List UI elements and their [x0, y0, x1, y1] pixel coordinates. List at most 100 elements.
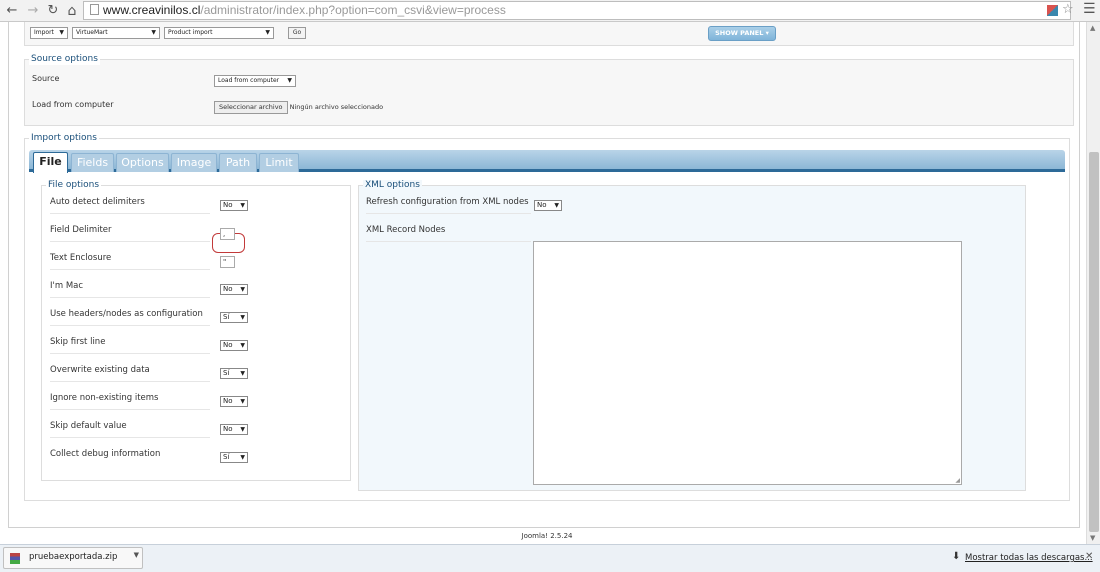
source-options-fieldset: Source options Source Load from computer… [24, 54, 1074, 126]
show-all-downloads-link[interactable]: Mostrar todas las descargas... [965, 553, 1093, 563]
file-options-legend: File options [46, 180, 102, 191]
download-item[interactable]: pruebaexportada.zip ▼ [3, 547, 143, 569]
resize-grip-icon[interactable]: ◢ [955, 477, 960, 484]
skip-first-line-select[interactable]: No ▼ [220, 340, 248, 351]
option-row-use-headers: Use headers/nodes as configuration [50, 308, 210, 326]
option-label: Skip default value [50, 421, 127, 431]
scroll-thumb[interactable] [1089, 152, 1099, 532]
use-headers-select[interactable]: Sí ▼ [220, 312, 248, 323]
select-value: No [223, 425, 233, 433]
skip-default-value-select[interactable]: No ▼ [220, 424, 248, 435]
process-toolbar: Import ▼ VirtueMart ▼ Product import ▼ Go S… [24, 22, 1074, 46]
chevron-down-icon: ▼ [240, 398, 245, 405]
option-label: Skip first line [50, 337, 106, 347]
ignore-non-existing-select[interactable]: No ▼ [220, 396, 248, 407]
action-select-value: Import [34, 29, 54, 36]
zip-file-icon [10, 553, 20, 564]
star-icon[interactable]: ☆ [1062, 2, 1074, 17]
scroll-up-icon[interactable]: ▲ [1090, 24, 1095, 32]
chevron-down-icon: ▼ [240, 454, 245, 461]
show-panel-label: SHOW PANEL [715, 29, 764, 37]
option-label: Field Delimiter [50, 225, 112, 235]
chevron-down-icon: ▼ [554, 202, 559, 209]
select-value: Sí [223, 369, 230, 377]
source-label: Source [32, 74, 60, 83]
chevron-down-icon: ▼ [240, 342, 245, 349]
no-file-text: Ningún archivo seleccionado [289, 103, 384, 111]
text-enclosure-input[interactable]: " [220, 256, 235, 268]
im-mac-select[interactable]: No ▼ [220, 284, 248, 295]
browser-toolbar: ← → ↻ ⌂ www.creavinilos.cl/administrator… [0, 0, 1100, 22]
menu-icon[interactable]: ☰ [1083, 1, 1096, 17]
field-delimiter-input[interactable]: , [220, 228, 235, 240]
show-panel-button[interactable]: SHOW PANEL ▾ [708, 26, 776, 41]
source-select[interactable]: Load from computer ▼ [214, 75, 296, 87]
xml-record-nodes-textarea[interactable]: ◢ [533, 241, 962, 485]
home-icon[interactable]: ⌂ [63, 2, 81, 20]
option-label: Collect debug information [50, 449, 161, 459]
component-select-value: VirtueMart [76, 29, 108, 36]
download-arrow-icon: ⬇ [952, 551, 961, 562]
select-value: No [223, 285, 233, 293]
choose-file-button[interactable]: Seleccionar archivo [214, 101, 288, 114]
source-options-legend: Source options [29, 54, 100, 65]
template-select[interactable]: Product import ▼ [164, 27, 274, 39]
option-row-auto-detect: Auto detect delimiters [50, 196, 210, 214]
xml-options-fieldset: XML options Refresh configuration from X… [358, 180, 1026, 491]
go-button[interactable]: Go [288, 27, 306, 39]
chevron-down-icon: ▼ [59, 29, 64, 36]
chevron-down-icon: ▼ [265, 29, 270, 36]
url-host: www.creavinilos.cl [103, 3, 201, 17]
reload-icon[interactable]: ↻ [44, 2, 62, 20]
refresh-xml-select[interactable]: No ▼ [534, 200, 562, 211]
tab-panel-file: File options Auto detect delimiters No ▼ … [29, 175, 1065, 495]
option-row-refresh-xml: Refresh configuration from XML nodes [366, 196, 531, 214]
option-label: Ignore non-existing items [50, 393, 159, 403]
option-row-field-delimiter: Field Delimiter [50, 224, 210, 242]
option-label: Overwrite existing data [50, 365, 150, 375]
option-label: Auto detect delimiters [50, 197, 145, 207]
tab-options[interactable]: Options [116, 153, 169, 172]
address-bar[interactable]: www.creavinilos.cl/administrator/index.p… [83, 1, 1071, 20]
option-label: Text Enclosure [50, 253, 112, 263]
option-label: XML Record Nodes [366, 225, 446, 235]
option-row-skip-first-line: Skip first line [50, 336, 210, 354]
extension-icon[interactable] [1047, 5, 1058, 16]
select-value: Sí [223, 313, 230, 321]
select-value: No [537, 201, 547, 209]
option-row-collect-debug: Collect debug information [50, 448, 210, 466]
component-select[interactable]: VirtueMart ▼ [72, 27, 160, 39]
tab-file[interactable]: File [33, 152, 68, 173]
select-value: No [223, 201, 233, 209]
back-icon[interactable]: ← [3, 2, 21, 20]
tab-image[interactable]: Image [171, 153, 217, 172]
collect-debug-select[interactable]: Sí ▼ [220, 452, 248, 463]
source-select-value: Load from computer [218, 77, 280, 84]
chevron-down-icon[interactable]: ▼ [134, 551, 139, 559]
tab-limit[interactable]: Limit [259, 153, 299, 172]
action-select[interactable]: Import ▼ [30, 27, 68, 39]
chevron-down-icon: ▾ [765, 29, 769, 37]
footer-version: Joomla! 2.5.24 [521, 532, 573, 540]
vertical-scrollbar[interactable]: ▲ ▼ [1086, 22, 1100, 544]
download-file-name: pruebaexportada.zip [29, 552, 118, 562]
file-chooser: Seleccionar archivo Ningún archivo selec… [214, 101, 383, 114]
file-options-fieldset: File options Auto detect delimiters No ▼ … [41, 180, 351, 481]
option-row-ignore-non-existing: Ignore non-existing items [50, 392, 210, 410]
option-label: Use headers/nodes as configuration [50, 309, 203, 319]
auto-detect-delimiters-select[interactable]: No ▼ [220, 200, 248, 211]
url-path: /administrator/index.php?option=com_csvi… [200, 3, 506, 17]
option-row-overwrite: Overwrite existing data [50, 364, 210, 382]
overwrite-existing-select[interactable]: Sí ▼ [220, 368, 248, 379]
downloads-bar: pruebaexportada.zip ▼ ⬇ Mostrar todas la… [0, 544, 1100, 572]
close-icon[interactable]: ✕ [1085, 551, 1093, 562]
template-select-value: Product import [168, 29, 213, 36]
option-row-xml-record-nodes: XML Record Nodes [366, 224, 531, 242]
chevron-down-icon: ▼ [240, 286, 245, 293]
forward-icon[interactable]: → [24, 2, 42, 20]
tab-fields[interactable]: Fields [71, 153, 114, 172]
tab-path[interactable]: Path [219, 153, 257, 172]
load-from-computer-label: Load from computer [32, 100, 114, 109]
chevron-down-icon: ▼ [240, 202, 245, 209]
option-row-skip-default: Skip default value [50, 420, 210, 438]
